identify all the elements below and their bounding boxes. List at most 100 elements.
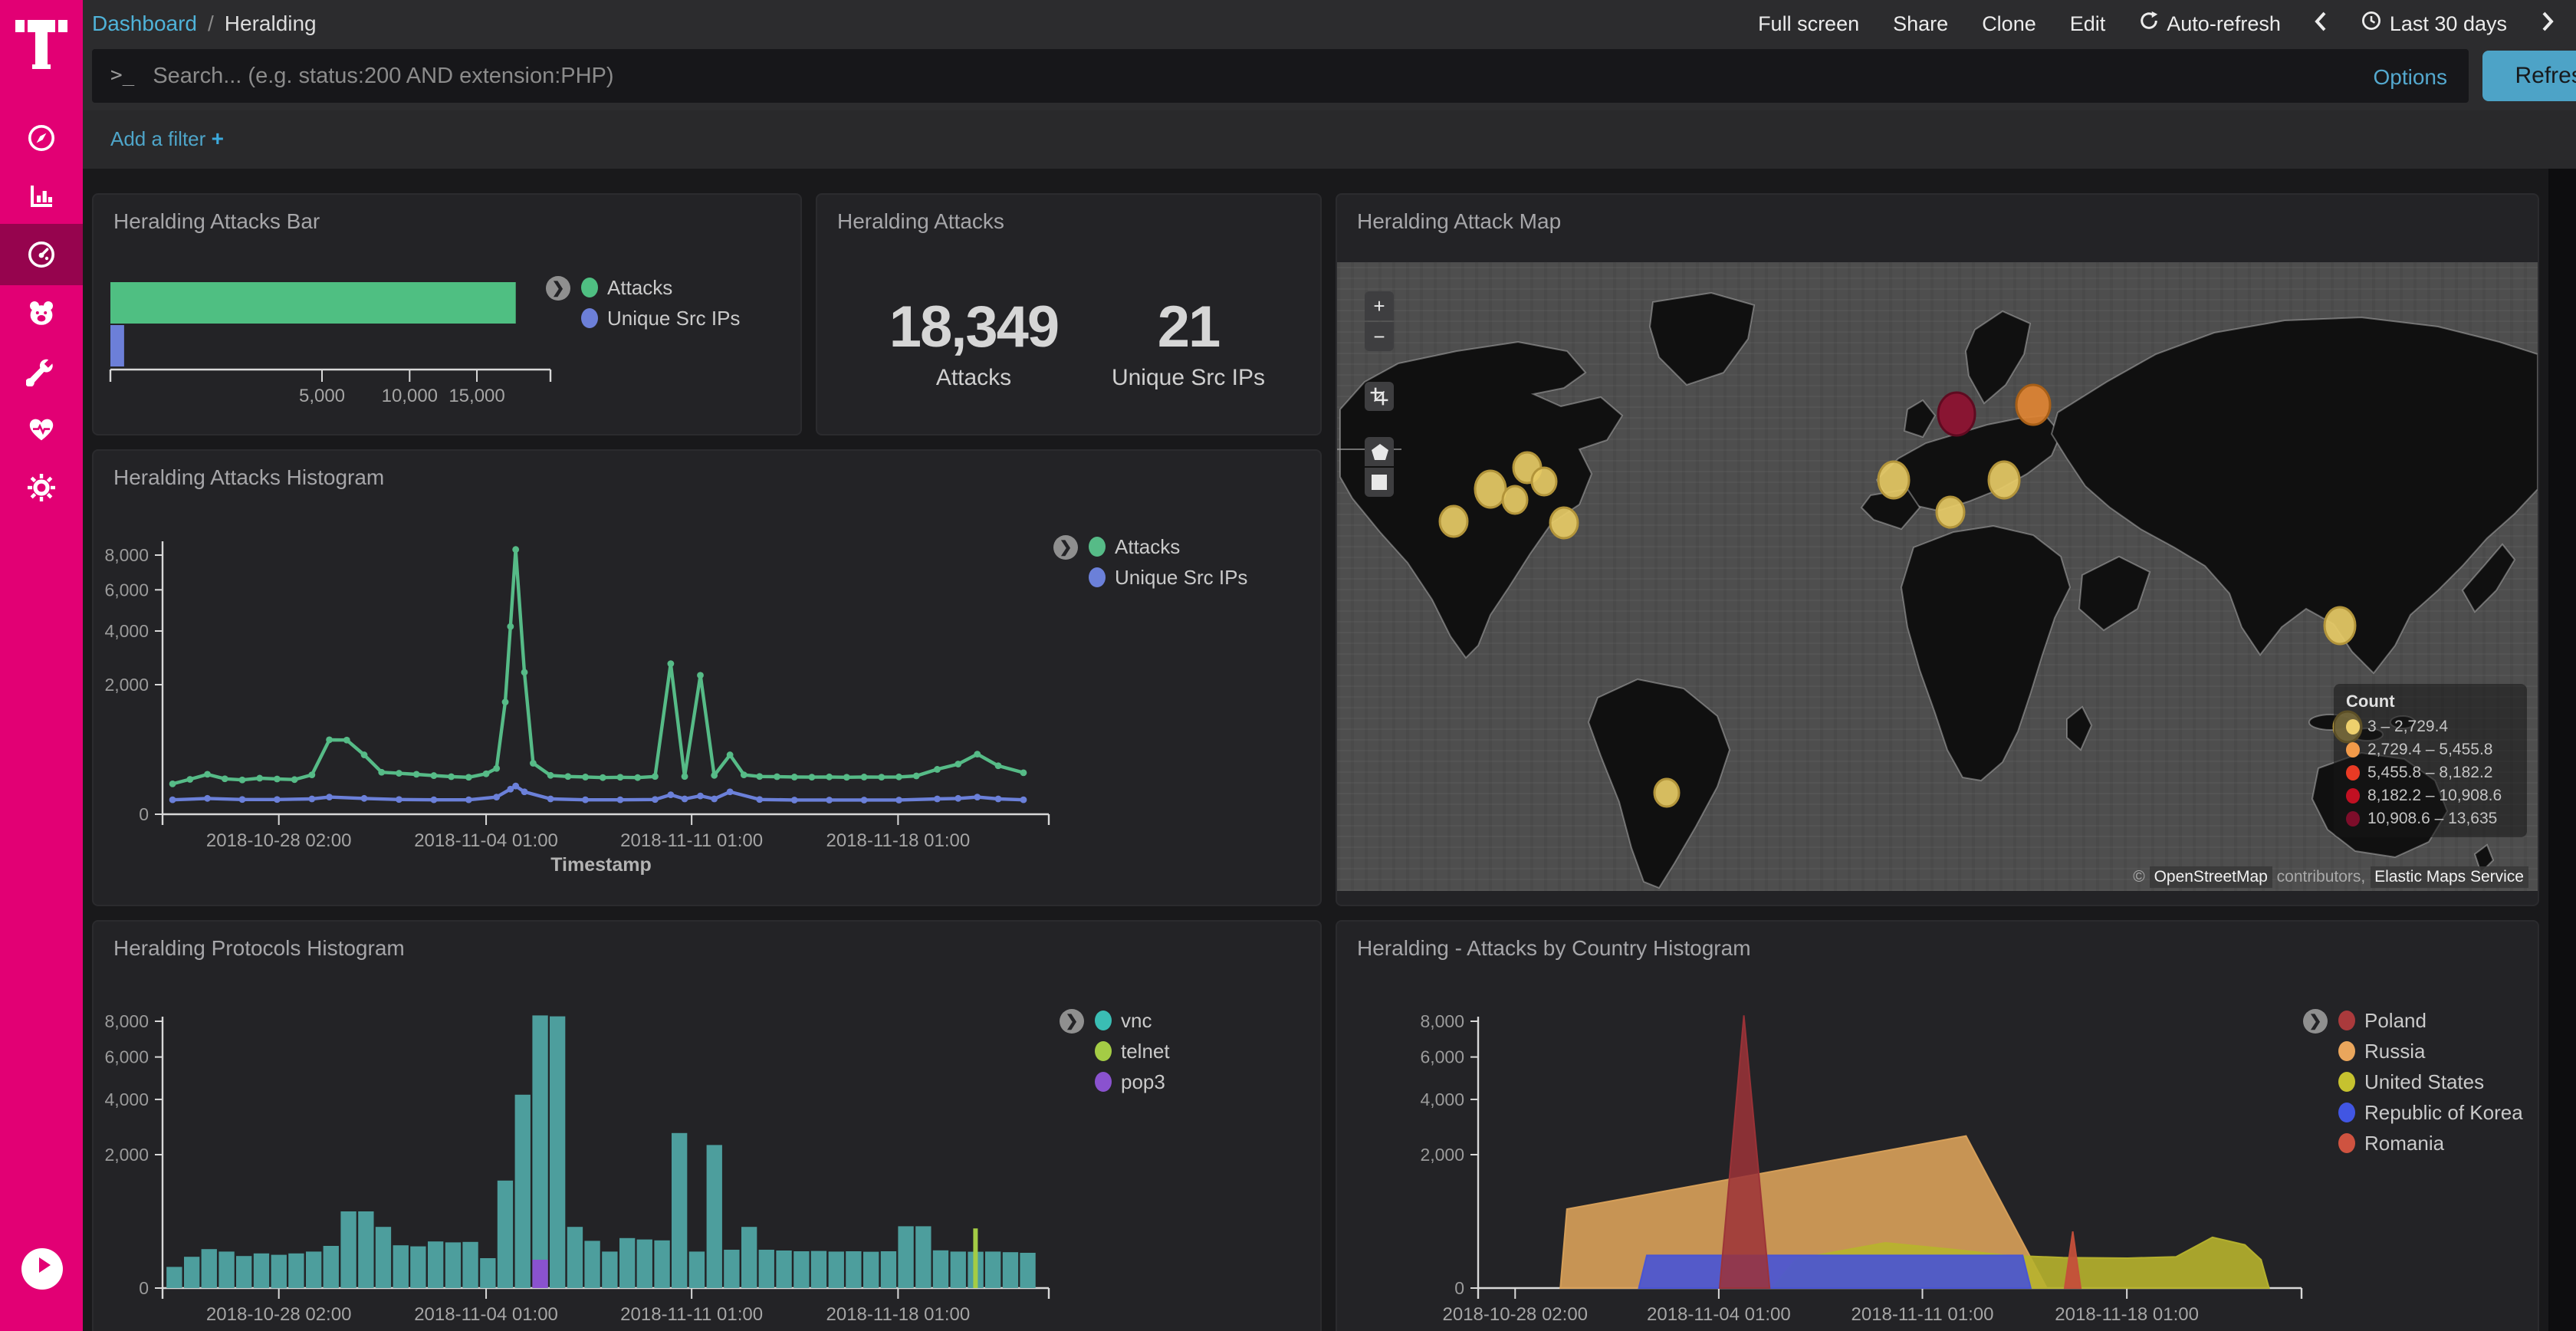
bar-vnc[interactable] xyxy=(707,1145,722,1288)
bar-vnc[interactable] xyxy=(358,1211,373,1288)
sidebar-item-dashboard[interactable] xyxy=(26,239,57,270)
data-point[interactable] xyxy=(934,796,941,803)
data-point[interactable] xyxy=(1020,769,1027,776)
attack-location-dot[interactable] xyxy=(2016,385,2050,425)
legend-item[interactable]: pop3 xyxy=(1095,1070,1170,1093)
bar-vnc[interactable] xyxy=(202,1249,217,1288)
data-point[interactable] xyxy=(913,773,920,780)
sidebar-item-visualize[interactable] xyxy=(26,181,57,212)
legend-item[interactable]: Russia xyxy=(2338,1040,2523,1063)
attack-location-dot[interactable] xyxy=(1550,508,1578,538)
data-point[interactable] xyxy=(204,795,211,802)
data-point[interactable] xyxy=(682,796,688,803)
data-point[interactable] xyxy=(582,797,589,804)
data-point[interactable] xyxy=(809,774,816,781)
bar-vnc[interactable] xyxy=(654,1241,669,1288)
edit-button[interactable]: Edit xyxy=(2070,12,2106,35)
data-point[interactable] xyxy=(502,698,509,705)
bar-vnc[interactable] xyxy=(288,1254,304,1288)
bar-vnc[interactable] xyxy=(515,1095,531,1288)
legend-toggle-icon[interactable]: ❯ xyxy=(1053,535,1078,560)
legend-item[interactable]: Republic of Korea xyxy=(2338,1101,2523,1124)
data-point[interactable] xyxy=(861,797,868,804)
refresh-button[interactable]: Refresh xyxy=(2482,51,2576,101)
data-point[interactable] xyxy=(239,777,246,784)
attack-location-dot[interactable] xyxy=(1503,486,1527,514)
data-point[interactable] xyxy=(791,774,798,781)
data-point[interactable] xyxy=(617,774,624,781)
bar-vnc[interactable] xyxy=(881,1251,896,1288)
bar-vnc[interactable] xyxy=(846,1251,861,1288)
data-point[interactable] xyxy=(934,766,941,773)
sidebar-expand-button[interactable] xyxy=(21,1248,63,1290)
bar-vnc[interactable] xyxy=(724,1250,739,1288)
bar-vnc[interactable] xyxy=(376,1227,391,1288)
add-filter-link[interactable]: Add a filter + xyxy=(110,126,224,150)
bar-vnc[interactable] xyxy=(794,1251,809,1288)
data-point[interactable] xyxy=(521,788,528,795)
bar-vnc[interactable] xyxy=(324,1246,339,1288)
bar-vnc[interactable] xyxy=(306,1251,321,1288)
data-point[interactable] xyxy=(974,751,981,758)
data-point[interactable] xyxy=(564,773,571,780)
data-point[interactable] xyxy=(512,546,519,553)
bar-vnc[interactable] xyxy=(462,1242,478,1288)
map-zoom-out-button[interactable]: − xyxy=(1365,322,1394,351)
data-point[interactable] xyxy=(756,773,763,780)
data-point[interactable] xyxy=(361,751,368,758)
world-map[interactable]: + − Count 3 – 2,729.42,729.4 – 5,455.85,… xyxy=(1337,262,2538,891)
time-range-picker[interactable]: Last 30 days xyxy=(2362,11,2507,35)
attack-location-dot[interactable] xyxy=(1475,471,1506,508)
bar-vnc[interactable] xyxy=(254,1254,269,1288)
legend-item[interactable]: Poland xyxy=(2338,1009,2523,1032)
data-point[interactable] xyxy=(483,771,490,777)
sidebar-item-monitoring[interactable] xyxy=(26,414,57,445)
legend-item[interactable]: vnc xyxy=(1095,1009,1170,1032)
map-bounding-box-filter-button[interactable] xyxy=(1365,382,1394,411)
data-point[interactable] xyxy=(308,771,315,778)
attack-location-dot[interactable] xyxy=(1878,462,1909,498)
attack-location-dot[interactable] xyxy=(1937,497,1964,527)
bar-vnc[interactable] xyxy=(498,1181,513,1288)
bar-vnc[interactable] xyxy=(584,1241,600,1288)
bar-vnc[interactable] xyxy=(567,1227,583,1288)
data-point[interactable] xyxy=(378,769,385,776)
data-point[interactable] xyxy=(600,774,606,781)
elastic-maps-service-link[interactable]: Elastic Maps Service xyxy=(2370,866,2528,888)
data-point[interactable] xyxy=(791,797,798,804)
legend-item[interactable]: Unique Src IPs xyxy=(1089,566,1247,589)
bar-vnc[interactable] xyxy=(672,1133,687,1288)
bar-vnc[interactable] xyxy=(951,1251,966,1288)
bar-vnc[interactable] xyxy=(219,1251,234,1288)
bar-vnc[interactable] xyxy=(184,1257,199,1288)
data-point[interactable] xyxy=(361,795,368,802)
time-back-button[interactable] xyxy=(2315,10,2328,36)
bar-vnc[interactable] xyxy=(829,1251,844,1288)
bar-vnc[interactable] xyxy=(933,1250,948,1288)
data-point[interactable] xyxy=(547,772,554,779)
line-series-Attacks[interactable] xyxy=(172,550,1024,784)
bar-vnc[interactable] xyxy=(410,1247,426,1288)
data-point[interactable] xyxy=(878,774,885,781)
attack-location-dot[interactable] xyxy=(1989,462,2019,498)
legend-item[interactable]: Attacks xyxy=(581,276,740,299)
data-point[interactable] xyxy=(326,794,333,800)
options-link[interactable]: Options xyxy=(2374,64,2469,88)
sidebar-item-discover[interactable] xyxy=(26,123,57,153)
data-point[interactable] xyxy=(697,793,704,800)
data-point[interactable] xyxy=(493,794,500,800)
data-point[interactable] xyxy=(756,796,763,803)
bar-vnc[interactable] xyxy=(689,1251,705,1288)
data-point[interactable] xyxy=(955,795,961,802)
data-point[interactable] xyxy=(291,776,298,783)
data-point[interactable] xyxy=(530,760,537,767)
data-point[interactable] xyxy=(861,774,868,781)
breadcrumb-dashboard-link[interactable]: Dashboard xyxy=(92,11,197,35)
data-point[interactable] xyxy=(512,783,519,790)
data-point[interactable] xyxy=(711,796,718,803)
data-point[interactable] xyxy=(774,774,780,781)
data-point[interactable] xyxy=(843,774,850,781)
data-point[interactable] xyxy=(326,737,333,744)
bar-vnc[interactable] xyxy=(532,1015,547,1288)
sidebar-item-management[interactable] xyxy=(26,472,57,503)
